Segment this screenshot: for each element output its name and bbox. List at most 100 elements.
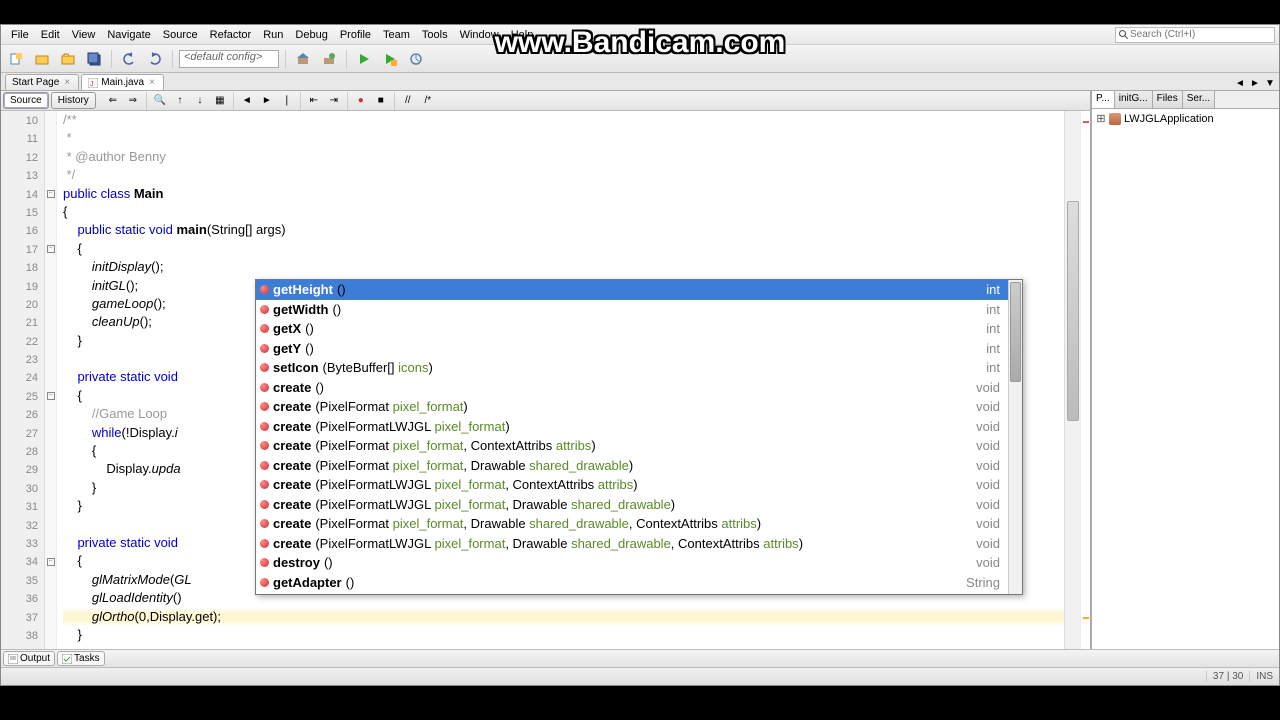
- menu-profile[interactable]: Profile: [334, 27, 377, 43]
- right-tab-services[interactable]: Ser...: [1183, 91, 1215, 108]
- tab-start-page[interactable]: Start Page ×: [5, 74, 79, 90]
- status-bar: 37 | 30 INS: [1, 667, 1279, 685]
- autocomplete-item[interactable]: destroy()void: [256, 553, 1008, 573]
- redo-button[interactable]: [144, 48, 166, 70]
- expand-icon[interactable]: ⊞: [1096, 112, 1106, 125]
- autocomplete-item[interactable]: getAvailableDisplayModes()DisplayMode[]: [256, 592, 1008, 594]
- comment-button[interactable]: //: [399, 92, 417, 110]
- tab-label: Start Page: [12, 77, 59, 88]
- menu-refactor[interactable]: Refactor: [204, 27, 258, 43]
- autocomplete-item[interactable]: getAdapter()String: [256, 573, 1008, 593]
- next-bookmark-button[interactable]: ►: [258, 92, 276, 110]
- java-file-icon: J: [88, 78, 98, 88]
- autocomplete-item[interactable]: getX()int: [256, 319, 1008, 339]
- toggle-bookmark-button[interactable]: ❘: [278, 92, 296, 110]
- right-tab-projects[interactable]: P...: [1092, 91, 1115, 108]
- autocomplete-scrollbar[interactable]: [1008, 280, 1022, 594]
- menu-tools[interactable]: Tools: [416, 27, 454, 43]
- bottom-output-button[interactable]: Output: [3, 651, 55, 666]
- right-tab-initg[interactable]: initG...: [1115, 91, 1153, 108]
- main-area: Source History ⇐ ⇒ 🔍 ↑ ↓ ▦ ◄ ► ❘ ⇤ ⇥: [1, 91, 1279, 649]
- tab-main-java[interactable]: J Main.java ×: [81, 74, 164, 90]
- code-area[interactable]: 1011121314151617181920212223242526272829…: [1, 111, 1090, 649]
- autocomplete-item[interactable]: create(PixelFormat pixel_format, Context…: [256, 436, 1008, 456]
- autocomplete-item[interactable]: getWidth()int: [256, 300, 1008, 320]
- menu-source[interactable]: Source: [157, 27, 204, 43]
- search-input[interactable]: [1130, 29, 1260, 40]
- nav-back-button[interactable]: ⇐: [104, 92, 122, 110]
- insert-mode: INS: [1249, 671, 1279, 682]
- autocomplete-item[interactable]: setIcon(ByteBuffer[] icons)int: [256, 358, 1008, 378]
- right-panel: P... initG... Files Ser... ⊞ LWJGLApplic…: [1091, 91, 1279, 649]
- scroll-tabs-left-icon[interactable]: ◄: [1233, 76, 1247, 90]
- right-tab-files[interactable]: Files: [1153, 91, 1183, 108]
- project-node[interactable]: ⊞ LWJGLApplication: [1094, 111, 1277, 126]
- autocomplete-item[interactable]: getHeight()int: [256, 280, 1008, 300]
- find-next-button[interactable]: ↓: [191, 92, 209, 110]
- autocomplete-item[interactable]: create(PixelFormat pixel_format)void: [256, 397, 1008, 417]
- menu-edit[interactable]: Edit: [35, 27, 66, 43]
- run-config-combo[interactable]: <default config>: [179, 50, 279, 68]
- autocomplete-popup[interactable]: getHeight()intgetWidth()intgetX()intgetY…: [255, 279, 1023, 595]
- autocomplete-item[interactable]: create(PixelFormat pixel_format, Drawabl…: [256, 514, 1008, 534]
- start-macro-button[interactable]: ●: [352, 92, 370, 110]
- watermark-text: www.Bandicam.com: [495, 26, 786, 60]
- autocomplete-item[interactable]: create(PixelFormatLWJGL pixel_format, Co…: [256, 475, 1008, 495]
- editor-scrollbar[interactable]: [1064, 111, 1080, 649]
- line-number-gutter[interactable]: 1011121314151617181920212223242526272829…: [1, 111, 45, 649]
- run-button[interactable]: [353, 48, 375, 70]
- bottom-bar: Output Tasks: [1, 649, 1279, 667]
- menu-debug[interactable]: Debug: [289, 27, 333, 43]
- autocomplete-item[interactable]: create(PixelFormat pixel_format, Drawabl…: [256, 456, 1008, 476]
- clean-build-button[interactable]: [318, 48, 340, 70]
- cursor-position: 37 | 30: [1206, 671, 1249, 682]
- ide-window: File Edit View Navigate Source Refactor …: [0, 24, 1280, 686]
- shift-left-button[interactable]: ⇤: [305, 92, 323, 110]
- save-all-button[interactable]: [83, 48, 105, 70]
- subtab-source[interactable]: Source: [3, 92, 49, 109]
- toggle-highlight-button[interactable]: ▦: [211, 92, 229, 110]
- project-label: LWJGLApplication: [1124, 113, 1214, 125]
- subtab-history[interactable]: History: [51, 92, 96, 109]
- find-prev-button[interactable]: ↑: [171, 92, 189, 110]
- autocomplete-item[interactable]: create(PixelFormatLWJGL pixel_format, Dr…: [256, 495, 1008, 515]
- menu-team[interactable]: Team: [377, 27, 416, 43]
- stop-macro-button[interactable]: ■: [372, 92, 390, 110]
- shift-right-button[interactable]: ⇥: [325, 92, 343, 110]
- bottom-tasks-button[interactable]: Tasks: [57, 651, 105, 666]
- nav-fwd-button[interactable]: ⇒: [124, 92, 142, 110]
- editor-pane: Source History ⇐ ⇒ 🔍 ↑ ↓ ▦ ◄ ► ❘ ⇤ ⇥: [1, 91, 1091, 649]
- tab-label: Main.java: [101, 77, 144, 88]
- new-file-button[interactable]: [5, 48, 27, 70]
- error-marker-strip[interactable]: [1080, 111, 1090, 649]
- editor-toolbar: ⇐ ⇒ 🔍 ↑ ↓ ▦ ◄ ► ❘ ⇤ ⇥ ● ■: [104, 92, 437, 110]
- svg-text:J: J: [90, 81, 94, 88]
- tabs-menu-icon[interactable]: ▼: [1263, 76, 1277, 90]
- autocomplete-item[interactable]: create(PixelFormatLWJGL pixel_format, Dr…: [256, 534, 1008, 554]
- global-search[interactable]: [1115, 27, 1275, 43]
- profile-button[interactable]: [405, 48, 427, 70]
- close-icon[interactable]: ×: [147, 78, 157, 88]
- find-selection-button[interactable]: 🔍: [151, 92, 169, 110]
- prev-bookmark-button[interactable]: ◄: [238, 92, 256, 110]
- undo-button[interactable]: [118, 48, 140, 70]
- autocomplete-item[interactable]: getY()int: [256, 339, 1008, 359]
- new-project-button[interactable]: [31, 48, 53, 70]
- scroll-tabs-right-icon[interactable]: ►: [1248, 76, 1262, 90]
- autocomplete-item[interactable]: create(PixelFormatLWJGL pixel_format)voi…: [256, 417, 1008, 437]
- java-project-icon: [1109, 113, 1121, 125]
- autocomplete-item[interactable]: create()void: [256, 378, 1008, 398]
- menu-run[interactable]: Run: [257, 27, 289, 43]
- fold-gutter[interactable]: −−−−: [45, 111, 57, 649]
- menu-view[interactable]: View: [66, 27, 102, 43]
- debug-button[interactable]: [379, 48, 401, 70]
- autocomplete-list[interactable]: getHeight()intgetWidth()intgetX()intgetY…: [256, 280, 1008, 594]
- build-button[interactable]: [292, 48, 314, 70]
- bottom-output-label: Output: [20, 653, 50, 664]
- open-button[interactable]: [57, 48, 79, 70]
- uncomment-button[interactable]: /*: [419, 92, 437, 110]
- menu-navigate[interactable]: Navigate: [101, 27, 156, 43]
- close-icon[interactable]: ×: [62, 78, 72, 88]
- project-tree[interactable]: ⊞ LWJGLApplication: [1092, 109, 1279, 649]
- menu-file[interactable]: File: [5, 27, 35, 43]
